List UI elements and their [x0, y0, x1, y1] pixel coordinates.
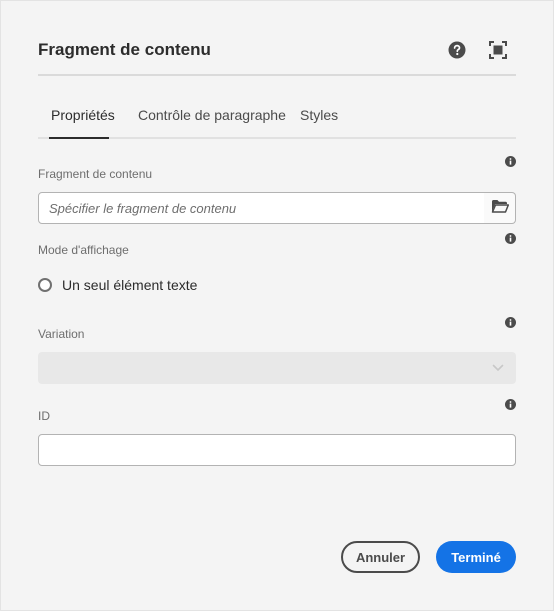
variation-select	[38, 352, 516, 384]
content-fragment-input[interactable]	[38, 192, 485, 224]
done-button[interactable]: Terminé	[436, 541, 516, 573]
cancel-button[interactable]: Annuler	[341, 541, 420, 573]
variation-label: Variation	[38, 327, 85, 341]
help-icon[interactable]	[448, 41, 466, 59]
tab-properties[interactable]: Propriétés	[51, 105, 115, 139]
info-icon[interactable]	[505, 156, 516, 167]
content-fragment-dialog: Fragment de contenu Propriétés Contrôle …	[0, 0, 554, 611]
info-icon[interactable]	[505, 233, 516, 244]
folder-icon	[491, 199, 509, 218]
tab-paragraph-control[interactable]: Contrôle de paragraphe	[138, 105, 286, 139]
content-fragment-label: Fragment de contenu	[38, 167, 153, 181]
tab-styles[interactable]: Styles	[300, 105, 338, 139]
info-icon[interactable]	[505, 399, 516, 410]
radio-button[interactable]	[38, 278, 52, 292]
display-mode-label: Mode d'affichage	[38, 243, 129, 257]
chevron-down-icon	[492, 359, 504, 377]
radio-label: Un seul élément texte	[62, 277, 198, 293]
single-text-element-radio[interactable]: Un seul élément texte	[38, 276, 197, 294]
id-label: ID	[38, 409, 50, 423]
info-icon[interactable]	[505, 317, 516, 328]
browse-button[interactable]	[484, 192, 516, 224]
tab-list: Propriétés Contrôle de paragraphe Styles	[38, 105, 516, 139]
dialog-title: Fragment de contenu	[38, 40, 211, 59]
id-input[interactable]	[38, 434, 516, 466]
active-tab-indicator	[49, 137, 109, 139]
header-divider	[38, 74, 516, 76]
fullscreen-icon[interactable]	[489, 41, 507, 59]
